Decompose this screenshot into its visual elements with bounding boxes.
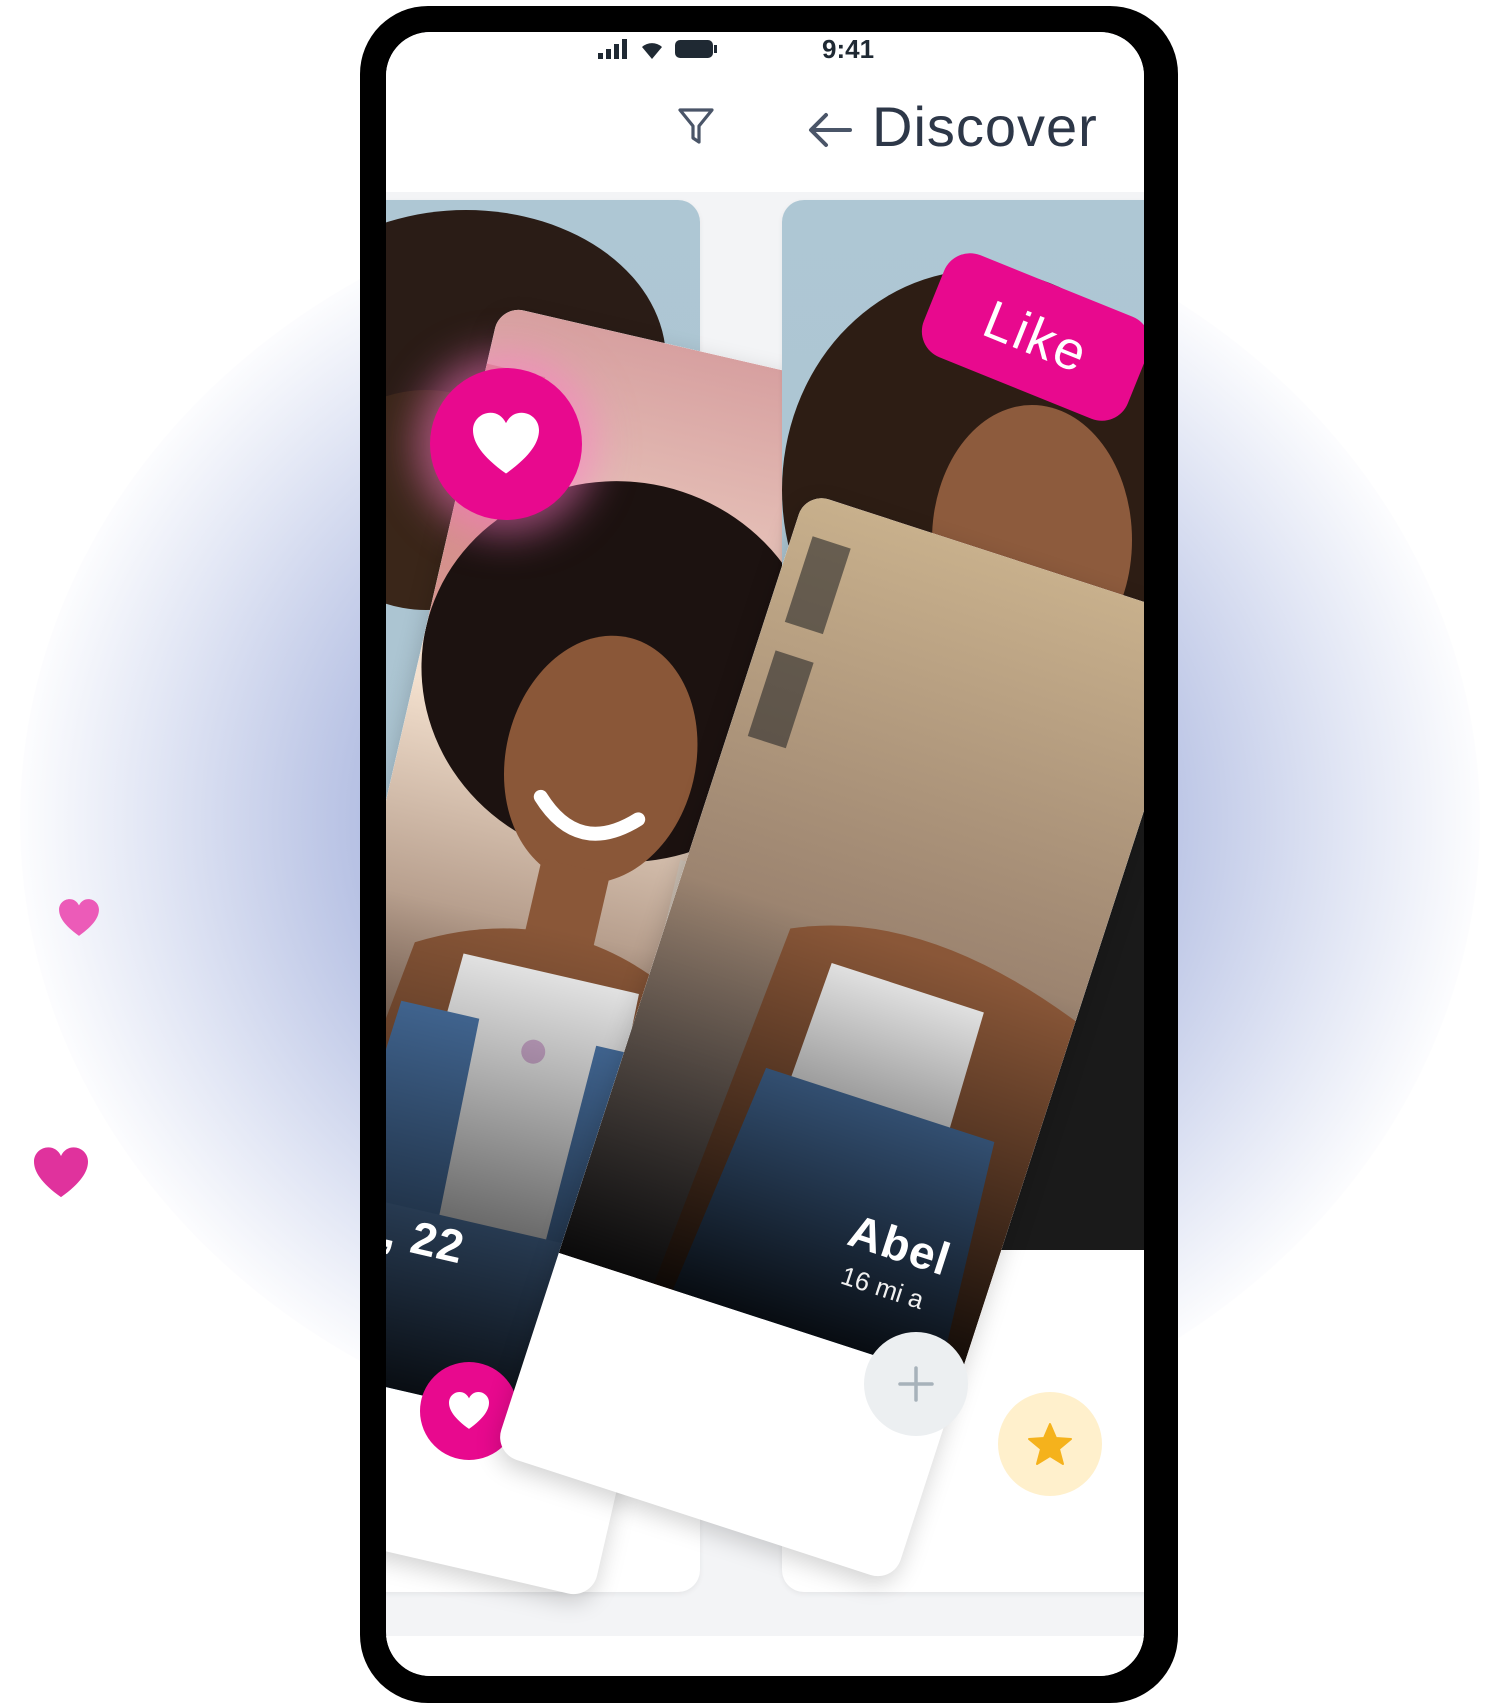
dislike-button[interactable] (864, 1332, 968, 1436)
super-like-button[interactable] (998, 1392, 1102, 1496)
signal-icon (598, 39, 627, 59)
status-icons (598, 38, 718, 60)
heart-icon (473, 412, 539, 474)
status-time: 9:41 (822, 34, 875, 64)
phone-screen: 9:41 Discover na, 22 Abel 16 mi a Like (386, 32, 1144, 1676)
bottom-bar (386, 1636, 1144, 1676)
top-bar: 9:41 Discover (386, 32, 1144, 192)
arrow-left-icon[interactable] (806, 110, 854, 150)
close-icon (898, 1366, 934, 1402)
page-title: Discover (872, 95, 1098, 158)
like-overlay-button (430, 368, 582, 520)
star-icon (1028, 1423, 1072, 1465)
wifi-icon (642, 43, 662, 59)
floating-heart-icon (59, 899, 99, 936)
heart-icon (449, 1392, 489, 1429)
phone-frame: 9:41 Discover na, 22 Abel 16 mi a Like (360, 6, 1178, 1703)
battery-icon (675, 40, 717, 58)
filter-icon[interactable] (676, 104, 716, 148)
floating-heart-icon (34, 1147, 88, 1198)
